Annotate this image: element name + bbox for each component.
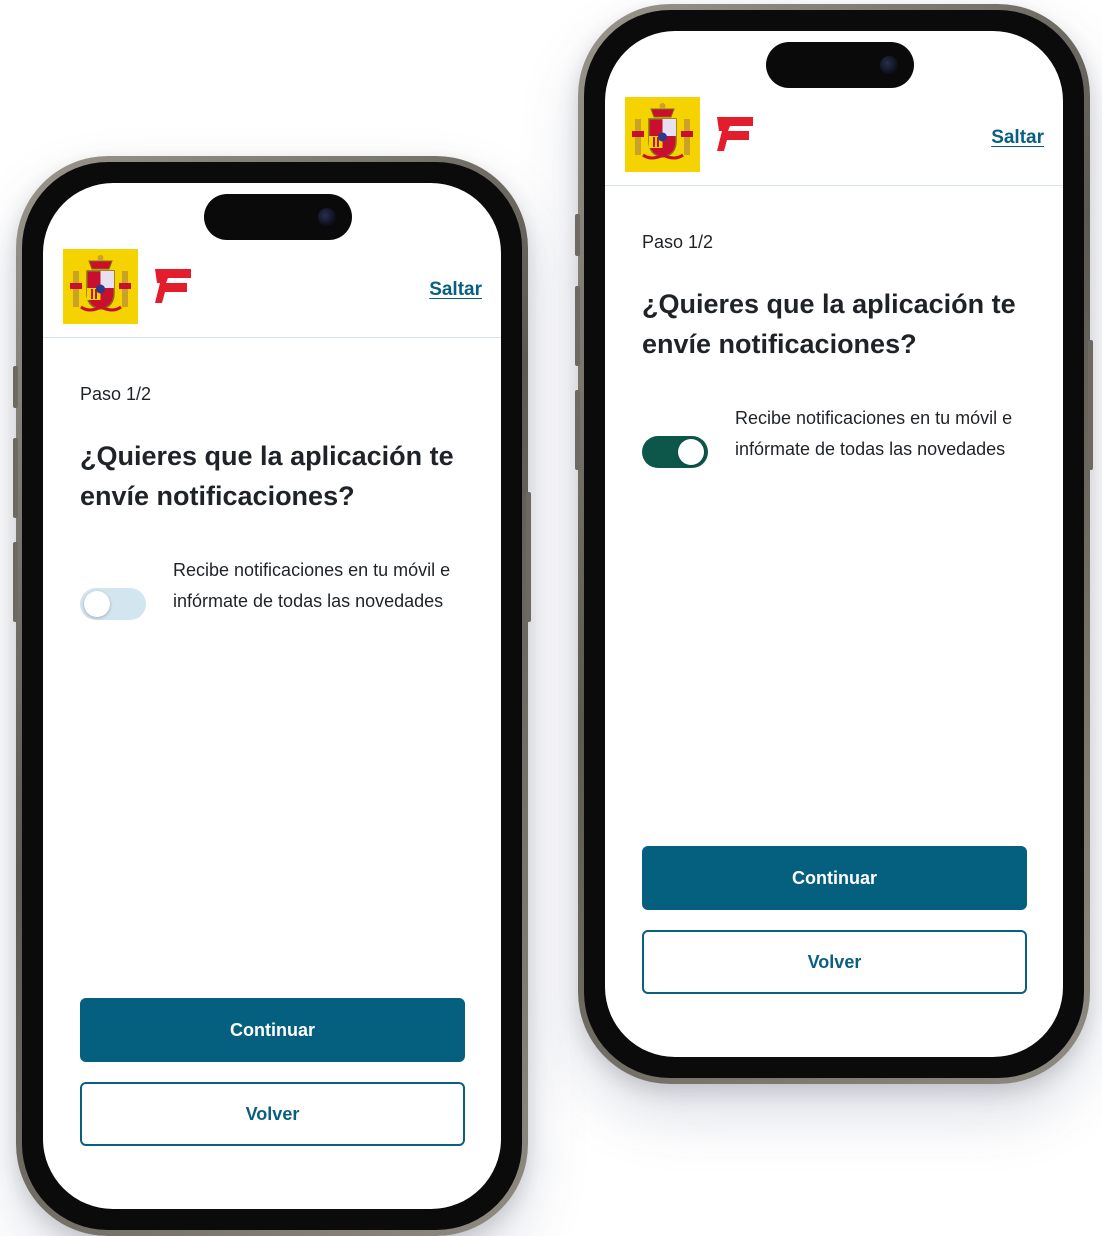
power-button [526, 492, 531, 622]
back-button[interactable]: Volver [642, 930, 1027, 994]
step-indicator: Paso 1/2 [80, 384, 152, 404]
step-indicator: Paso 1/2 [642, 232, 714, 252]
phone-mockup-right: Saltar Paso 1/2 ¿Quieres que la aplicaci… [575, 4, 1093, 1084]
continue-button[interactable]: Continuar [80, 998, 465, 1062]
skip-link[interactable]: Saltar [429, 279, 482, 301]
page-title: ¿Quieres que la aplicación te envíe noti… [80, 441, 454, 511]
dynamic-island [204, 194, 352, 240]
app-header: Saltar [43, 249, 501, 338]
page-title: ¿Quieres que la aplicación te envíe noti… [642, 289, 1016, 359]
spain-coat-of-arms-icon [625, 97, 700, 172]
back-button[interactable]: Volver [80, 1082, 465, 1146]
volume-up-button [575, 286, 580, 366]
continue-button[interactable]: Continuar [642, 846, 1027, 910]
app-screen: Saltar Paso 1/2 ¿Quieres que la aplicaci… [605, 31, 1063, 1057]
notifications-toggle[interactable] [642, 436, 708, 468]
toggle-knob[interactable] [678, 439, 704, 465]
dynamic-island [766, 42, 914, 88]
camera-icon [318, 208, 336, 226]
power-button [1088, 340, 1093, 470]
action-button [575, 214, 580, 256]
camera-icon [880, 56, 898, 74]
notifications-toggle-label: Recibe notificaciones en tu móvil e infó… [173, 560, 451, 611]
notifications-toggle[interactable] [80, 588, 146, 620]
brand-logo-icon [153, 267, 193, 305]
app-header: Saltar [605, 97, 1063, 186]
phone-mockup-left: Saltar Paso 1/2 ¿Quieres que la aplicaci… [13, 156, 531, 1236]
action-button [13, 366, 18, 408]
spain-coat-of-arms-icon [63, 249, 138, 324]
volume-down-button [575, 390, 580, 470]
toggle-knob[interactable] [84, 591, 110, 617]
volume-up-button [13, 438, 18, 518]
volume-down-button [13, 542, 18, 622]
app-screen: Saltar Paso 1/2 ¿Quieres que la aplicaci… [43, 183, 501, 1209]
phone-bezel: Saltar Paso 1/2 ¿Quieres que la aplicaci… [22, 162, 522, 1230]
skip-link[interactable]: Saltar [991, 127, 1044, 149]
notifications-toggle-label: Recibe notificaciones en tu móvil e infó… [735, 408, 1013, 459]
brand-logo-icon [715, 115, 755, 153]
phone-bezel: Saltar Paso 1/2 ¿Quieres que la aplicaci… [584, 10, 1084, 1078]
